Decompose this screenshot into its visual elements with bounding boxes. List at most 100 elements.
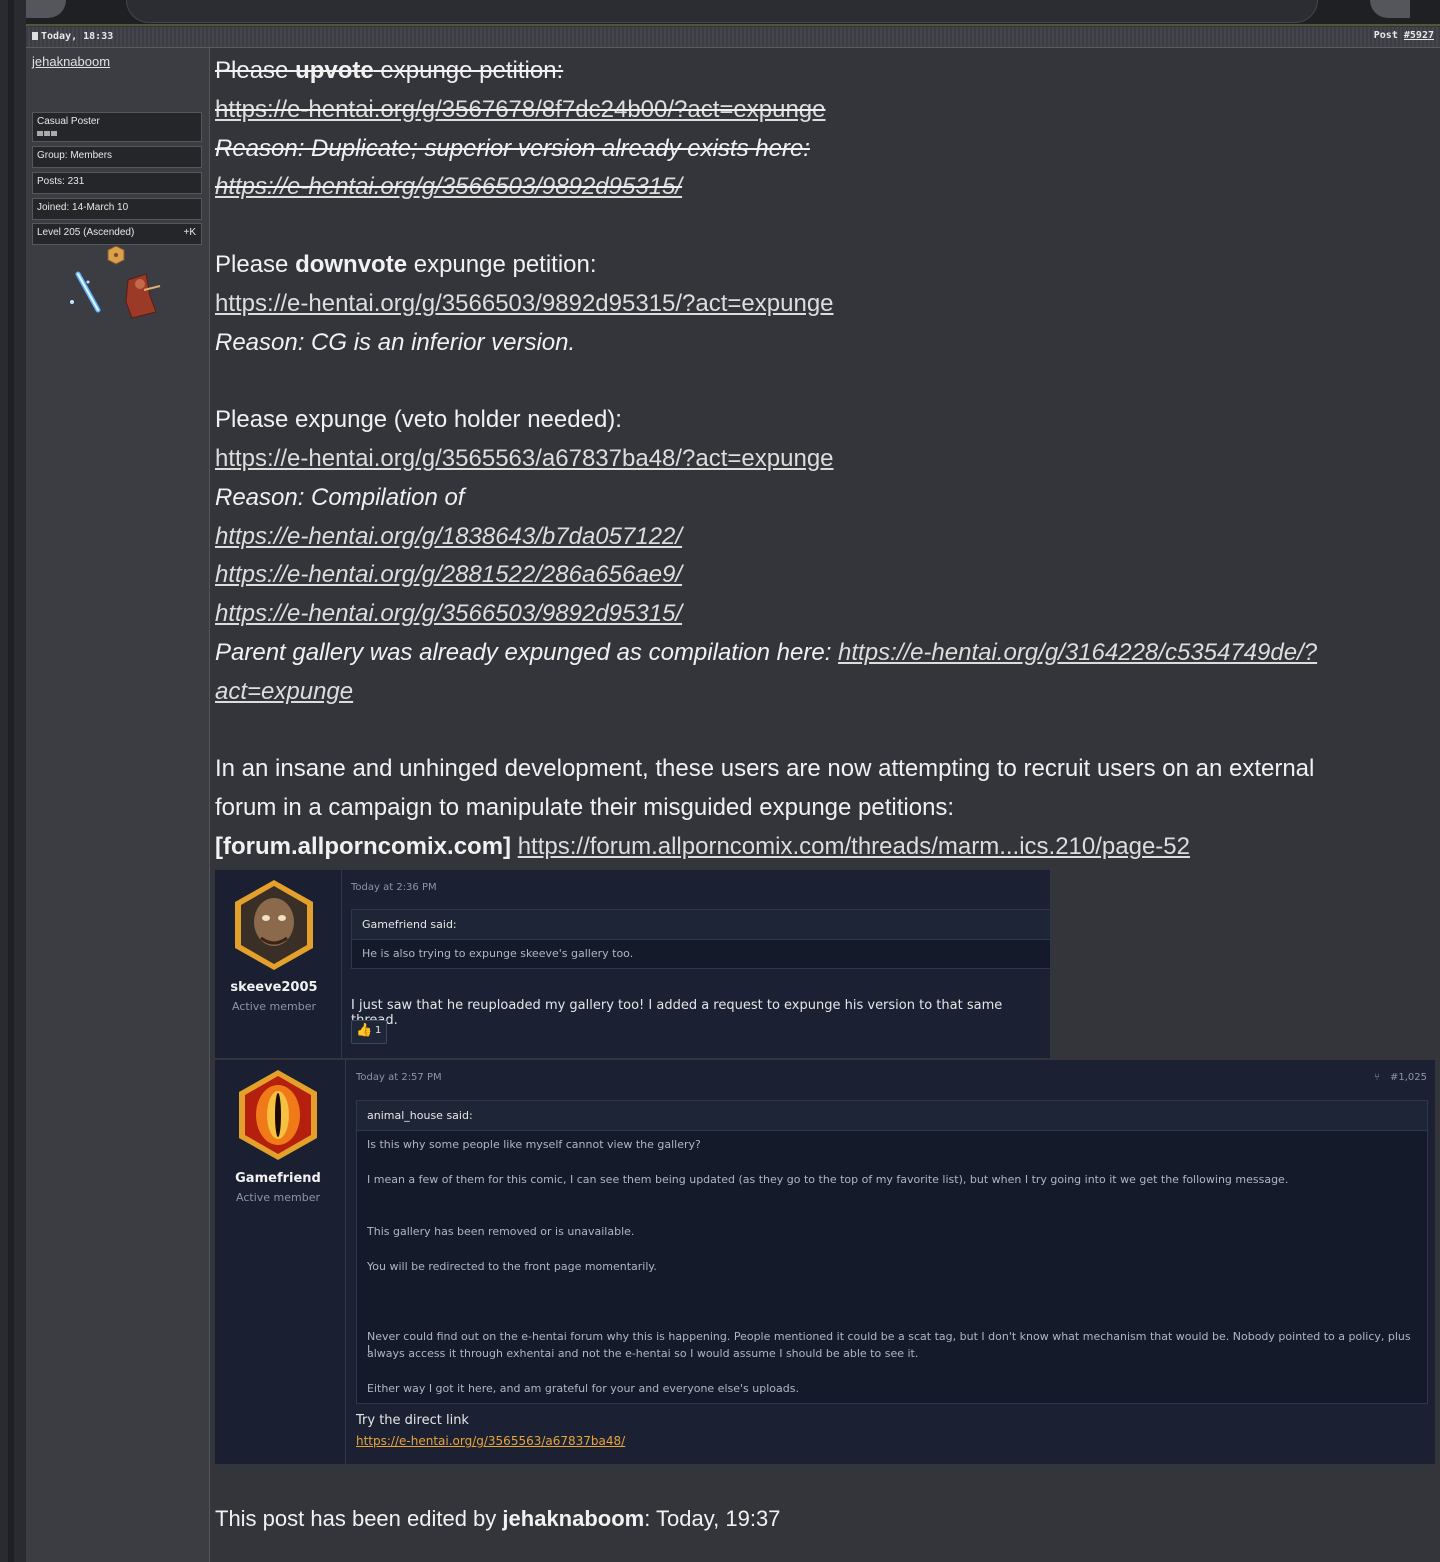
upvote-petition-link[interactable]: https://e-hentai.org/g/3567678/8f7dc24b0… — [215, 96, 826, 123]
page-left-border — [0, 0, 27, 1562]
screenshot-post-gamefriend: Gamefriend Active member Today at 2:57 P… — [215, 1060, 1435, 1464]
downvote-reason-line: Reason: CG is an inferior version. — [215, 324, 1435, 363]
author-group: Group: Members — [37, 150, 113, 161]
quote-line-2: I mean a few of them for this comic, I c… — [367, 1173, 1289, 1186]
compilation-link-line-1: https://e-hentai.org/g/1838643/b7da05712… — [215, 518, 1435, 557]
author-sidebar: jehaknaboom Casual Poster Group: Members… — [26, 48, 210, 1562]
parent-gallery-link[interactable]: https://e-hentai.org/g/3164228/c5354749d… — [838, 639, 1317, 666]
quote-block: animal_house said: Is this why some peop… — [356, 1100, 1428, 1404]
screenshot-user-column: skeeve2005 Active member — [215, 870, 342, 1058]
author-level-extra: +K — [183, 227, 196, 238]
member-role: Active member — [236, 1191, 320, 1204]
expunge-reason: Reason: Compilation of — [215, 483, 465, 511]
upvote-reason: Reason: Duplicate; superior version alre… — [215, 134, 810, 162]
rank-pips — [37, 128, 197, 136]
quote-line-5b: always access it through exhentai and no… — [367, 1347, 919, 1360]
post-number: Post #5927 — [1374, 30, 1434, 41]
dalek-icon — [125, 273, 161, 319]
screenshot-post-skeeve: skeeve2005 Active member Today at 2:36 P… — [215, 870, 1051, 1058]
parent-gallery-line-2: act=expunge — [215, 673, 1435, 712]
post-number-link[interactable]: #5927 — [1404, 30, 1434, 41]
edited-time: : Today, 19:37 — [644, 1506, 781, 1531]
gold-die-icon — [107, 246, 125, 265]
compilation-link-1[interactable]: https://e-hentai.org/g/1838643/b7da05712… — [215, 523, 682, 550]
post-number[interactable]: #1,025 — [1390, 1072, 1427, 1083]
post-body: Please upvote expunge petition: https://… — [215, 52, 1435, 867]
author-posts-box: Posts: 231 — [32, 172, 202, 194]
compilation-link-3[interactable]: https://e-hentai.org/g/3566503/9892d9531… — [215, 600, 682, 627]
lightsaber-icon — [70, 271, 101, 313]
author-posts: Posts: 231 — [37, 176, 85, 187]
compilation-link-line-2: https://e-hentai.org/g/2881522/286a656ae… — [215, 556, 1435, 595]
edited-user: jehaknaboom — [502, 1506, 645, 1531]
downvote-reason: Reason: CG is an inferior version. — [215, 328, 576, 356]
quote-author: Gamefriend said: — [352, 910, 1050, 940]
forum-tag: [forum.allporncomix.com] — [215, 832, 512, 860]
reaction-badge: 👍 1 — [351, 1020, 387, 1044]
post-number-label: Post — [1373, 30, 1398, 41]
screenshot-user-column: Gamefriend Active member — [215, 1060, 346, 1464]
forum-thread-link[interactable]: https://forum.allporncomix.com/threads/m… — [518, 833, 1190, 860]
author-name-link[interactable]: jehaknaboom — [32, 54, 110, 69]
downvote-link-line: https://e-hentai.org/g/3566503/9892d9531… — [215, 285, 1435, 324]
author-joined: Joined: 14-March 10 — [37, 202, 129, 213]
upvote-superior-link[interactable]: https://e-hentai.org/g/3566503/9892d9531… — [215, 173, 682, 200]
avatar-gamefriend — [239, 1070, 317, 1160]
member-name: Gamefriend — [235, 1171, 321, 1186]
message-text: Try the direct link — [356, 1413, 469, 1428]
expunge-link-line: https://e-hentai.org/g/3565563/a67837ba4… — [215, 440, 1435, 479]
parent-gallery-text: Parent gallery was already expunged as c… — [215, 638, 839, 666]
quote-line-3: This gallery has been removed or is unav… — [367, 1225, 635, 1238]
reaction-count: 1 — [375, 1025, 382, 1036]
expunge-reason-line: Reason: Compilation of — [215, 479, 1435, 518]
award-icons — [70, 246, 161, 319]
upvote-word: upvote — [295, 57, 374, 84]
message-time: Today at 2:57 PM — [356, 1072, 442, 1083]
message-text: I just saw that he reuploaded my gallery… — [351, 998, 1003, 1028]
edited-prefix: This post has been edited by — [215, 1506, 503, 1531]
member-name: skeeve2005 — [230, 980, 318, 995]
expunge-heading: Please expunge (veto holder needed): — [215, 406, 622, 434]
downvote-word: downvote — [295, 250, 408, 278]
post-date: Today, 18:33 — [32, 31, 113, 42]
downvote-heading: Please downvote expunge petition: — [215, 250, 597, 278]
post-meta: ⑂ #1,025 — [1374, 1072, 1427, 1083]
edited-notice: This post has been edited by jehaknaboom… — [215, 1506, 780, 1532]
development-line-2: forum in a campaign to manipulate their … — [215, 794, 955, 822]
avatar-skeeve — [235, 880, 313, 970]
quote-line-1: Is this why some people like myself cann… — [367, 1138, 701, 1151]
expunge-petition-link[interactable]: https://e-hentai.org/g/3565563/a67837ba4… — [215, 445, 834, 472]
forum-link-line: [forum.allporncomix.com] https://forum.a… — [215, 828, 1435, 867]
quote-block: Gamefriend said: He is also trying to ex… — [351, 909, 1051, 969]
message-time: Today at 2:36 PM — [351, 882, 437, 893]
parent-gallery-link-cont[interactable]: act=expunge — [215, 678, 353, 705]
author-level: Level 205 (Ascended) — [37, 227, 135, 238]
member-role: Active member — [232, 1000, 316, 1013]
upvote-reason-line: Reason: Duplicate; superior version alre… — [215, 130, 1435, 169]
thumbs-up-icon: 👍 — [356, 1023, 373, 1038]
author-level-box: Level 205 (Ascended) +K — [32, 223, 202, 245]
compilation-link-2[interactable]: https://e-hentai.org/g/2881522/286a656ae… — [215, 561, 682, 588]
top-frame-bar — [26, 0, 1440, 26]
quote-line-4: You will be redirected to the front page… — [367, 1260, 657, 1273]
quote-text: He is also trying to expunge skeeve's ga… — [362, 947, 634, 960]
author-group-box: Group: Members — [32, 146, 202, 168]
compilation-link-line-3: https://e-hentai.org/g/3566503/9892d9531… — [215, 595, 1435, 634]
post-header: Today, 18:33 Post #5927 — [26, 27, 1440, 48]
direct-gallery-link[interactable]: https://e-hentai.org/g/3565563/a67837ba4… — [356, 1434, 625, 1448]
downvote-petition-link[interactable]: https://e-hentai.org/g/3566503/9892d9531… — [215, 290, 834, 317]
upvote-ref-line: https://e-hentai.org/g/3566503/9892d9531… — [215, 168, 1435, 207]
quote-author: animal_house said: — [357, 1101, 1427, 1131]
parent-gallery-line: Parent gallery was already expunged as c… — [215, 634, 1435, 673]
share-icon[interactable]: ⑂ — [1374, 1072, 1380, 1083]
author-joined-box: Joined: 14-March 10 — [32, 198, 202, 220]
upvote-heading: Please upvote expunge petition: — [215, 57, 564, 84]
author-rank: Casual Poster — [37, 116, 100, 127]
author-rank-box: Casual Poster — [32, 112, 202, 142]
page: Today, 18:33 Post #5927 jehaknaboom Casu… — [0, 0, 1440, 1562]
quote-line-6: Either way I got it here, and am gratefu… — [367, 1382, 799, 1395]
development-line-1: In an insane and unhinged development, t… — [215, 755, 1315, 783]
